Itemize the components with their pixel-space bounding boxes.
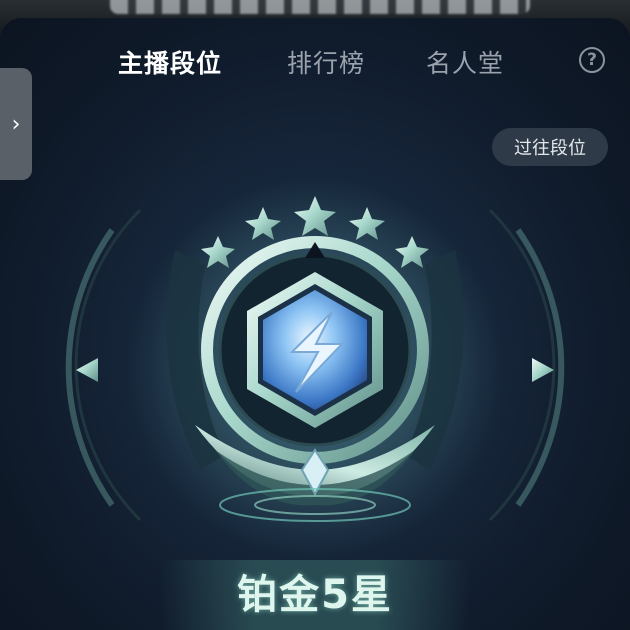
rank-name: 铂金5星: [237, 572, 393, 618]
side-toggle-button[interactable]: ›: [0, 68, 32, 180]
rank-emblem: [65, 180, 565, 560]
right-pointer: [532, 358, 554, 382]
left-pointer: [76, 358, 98, 382]
chevron-right-icon: ›: [11, 111, 21, 137]
